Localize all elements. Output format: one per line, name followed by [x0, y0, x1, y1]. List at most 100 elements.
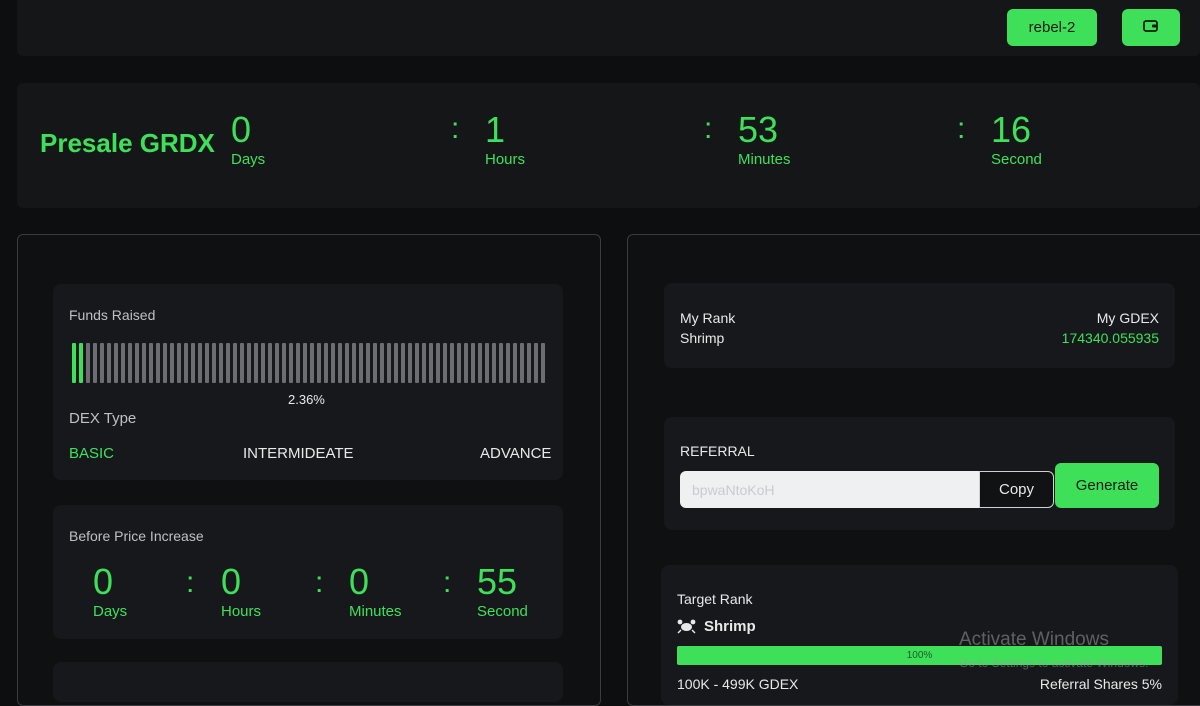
funds-bar-segment — [275, 343, 279, 383]
funds-bar-segment — [443, 343, 447, 383]
funds-bar-segment — [422, 343, 426, 383]
wallet-icon — [1143, 19, 1159, 37]
referral-code-input[interactable] — [680, 471, 980, 508]
funds-bar-segment — [240, 343, 244, 383]
price-seconds-value: 55 — [477, 561, 518, 602]
countdown-separator: : — [186, 566, 195, 599]
funds-bar-segment — [471, 343, 475, 383]
funds-bar-segment — [464, 343, 468, 383]
price-minutes-label: Minutes — [349, 603, 402, 620]
funds-bar-segment — [226, 343, 230, 383]
presale-hours-value: 1 — [485, 109, 506, 150]
funds-bar-segment — [268, 343, 272, 383]
funds-bar-segment — [128, 343, 132, 383]
funds-bar-segment — [135, 343, 139, 383]
funds-bar-segment — [527, 343, 531, 383]
copy-button[interactable]: Copy — [979, 471, 1054, 508]
price-days-label: Days — [93, 603, 128, 620]
funds-bar-segment — [338, 343, 342, 383]
funds-bar-segment — [408, 343, 412, 383]
dex-tier-basic[interactable]: BASIC — [69, 445, 114, 462]
funds-bar-segment — [79, 343, 83, 383]
price-days-value: 0 — [93, 561, 114, 602]
funds-bar-segment — [352, 343, 356, 383]
funds-bar-segment — [457, 343, 461, 383]
crab-icon — [677, 618, 696, 639]
funds-bar-segment — [261, 343, 265, 383]
price-hours-label: Hours — [221, 603, 262, 620]
funds-bar-segment — [191, 343, 195, 383]
funds-bar-segment — [254, 343, 258, 383]
funds-bar-segment — [310, 343, 314, 383]
my-rank-value: Shrimp — [680, 330, 725, 346]
funds-bar-segment — [156, 343, 160, 383]
funds-bar-segment — [121, 343, 125, 383]
funds-bar-segment — [345, 343, 349, 383]
generate-button[interactable]: Generate — [1055, 463, 1159, 508]
funds-bar-segment — [205, 343, 209, 383]
funds-bar-segment — [114, 343, 118, 383]
funds-bar-segment — [359, 343, 363, 383]
funds-bar-segment — [366, 343, 370, 383]
price-increase-label: Before Price Increase — [69, 528, 204, 544]
countdown-separator: : — [957, 112, 966, 145]
target-rank-label: Target Rank — [677, 591, 753, 607]
my-gdex-label: My GDEX — [1096, 310, 1159, 326]
funds-bar-segment — [324, 343, 328, 383]
presale-days-label: Days — [231, 151, 266, 168]
funds-bar-segment — [380, 343, 384, 383]
funds-bar-segment — [401, 343, 405, 383]
funds-bar-segment — [415, 343, 419, 383]
funds-bar-segment — [100, 343, 104, 383]
price-hours-value: 0 — [221, 561, 242, 602]
activate-windows-title: Activate Windows — [959, 629, 1109, 650]
referral-label: REFERRAL — [680, 443, 755, 459]
funds-bar-segment — [436, 343, 440, 383]
next-card — [53, 662, 563, 702]
funds-bar-segment — [93, 343, 97, 383]
funds-bar-segment — [387, 343, 391, 383]
funds-bar-segment — [72, 343, 76, 383]
funds-bar-segment — [289, 343, 293, 383]
wallet-button[interactable] — [1122, 9, 1180, 46]
presale-hours-label: Hours — [485, 151, 526, 168]
funds-bar-segment — [233, 343, 237, 383]
presale-minutes-value: 53 — [738, 109, 779, 150]
funds-bar-segment — [163, 343, 167, 383]
my-gdex-value: 174340.055935 — [1061, 330, 1159, 346]
wallet-account-button[interactable]: rebel-2 — [1007, 9, 1097, 46]
funds-bar-segment — [429, 343, 433, 383]
activate-windows-subtitle: Go to Settings to activate Windows. — [959, 656, 1149, 670]
funds-bar-segment — [506, 343, 510, 383]
funds-progress-bars — [72, 343, 545, 383]
presale-title: Presale GRDX — [40, 128, 215, 158]
funds-bar-segment — [317, 343, 321, 383]
presale-seconds-label: Second — [991, 151, 1042, 168]
funds-bar-segment — [184, 343, 188, 383]
presale-seconds-value: 16 — [991, 109, 1032, 150]
funds-bar-segment — [212, 343, 216, 383]
dex-type-label: DEX Type — [69, 410, 137, 427]
countdown-separator: : — [704, 112, 713, 145]
funds-bar-segment — [331, 343, 335, 383]
funds-bar-segment — [170, 343, 174, 383]
price-minutes-value: 0 — [349, 561, 370, 602]
dex-tier-intermediate[interactable]: INTERMIDEATE — [243, 445, 354, 462]
funds-bar-segment — [86, 343, 90, 383]
funds-bar-segment — [520, 343, 524, 383]
funds-bar-segment — [303, 343, 307, 383]
countdown-separator: : — [315, 566, 324, 599]
funds-bar-segment — [534, 343, 538, 383]
funds-bar-segment — [247, 343, 251, 383]
funds-bar-segment — [513, 343, 517, 383]
funds-bar-segment — [485, 343, 489, 383]
funds-bar-segment — [149, 343, 153, 383]
target-progress-text: 100% — [906, 650, 933, 661]
funds-bar-segment — [373, 343, 377, 383]
price-seconds-label: Second — [477, 603, 528, 620]
countdown-separator: : — [451, 112, 460, 145]
funds-raised-label: Funds Raised — [69, 307, 156, 323]
countdown-separator: : — [443, 566, 452, 599]
presale-minutes-label: Minutes — [738, 151, 791, 168]
dex-tier-advance[interactable]: ADVANCE — [480, 445, 551, 462]
